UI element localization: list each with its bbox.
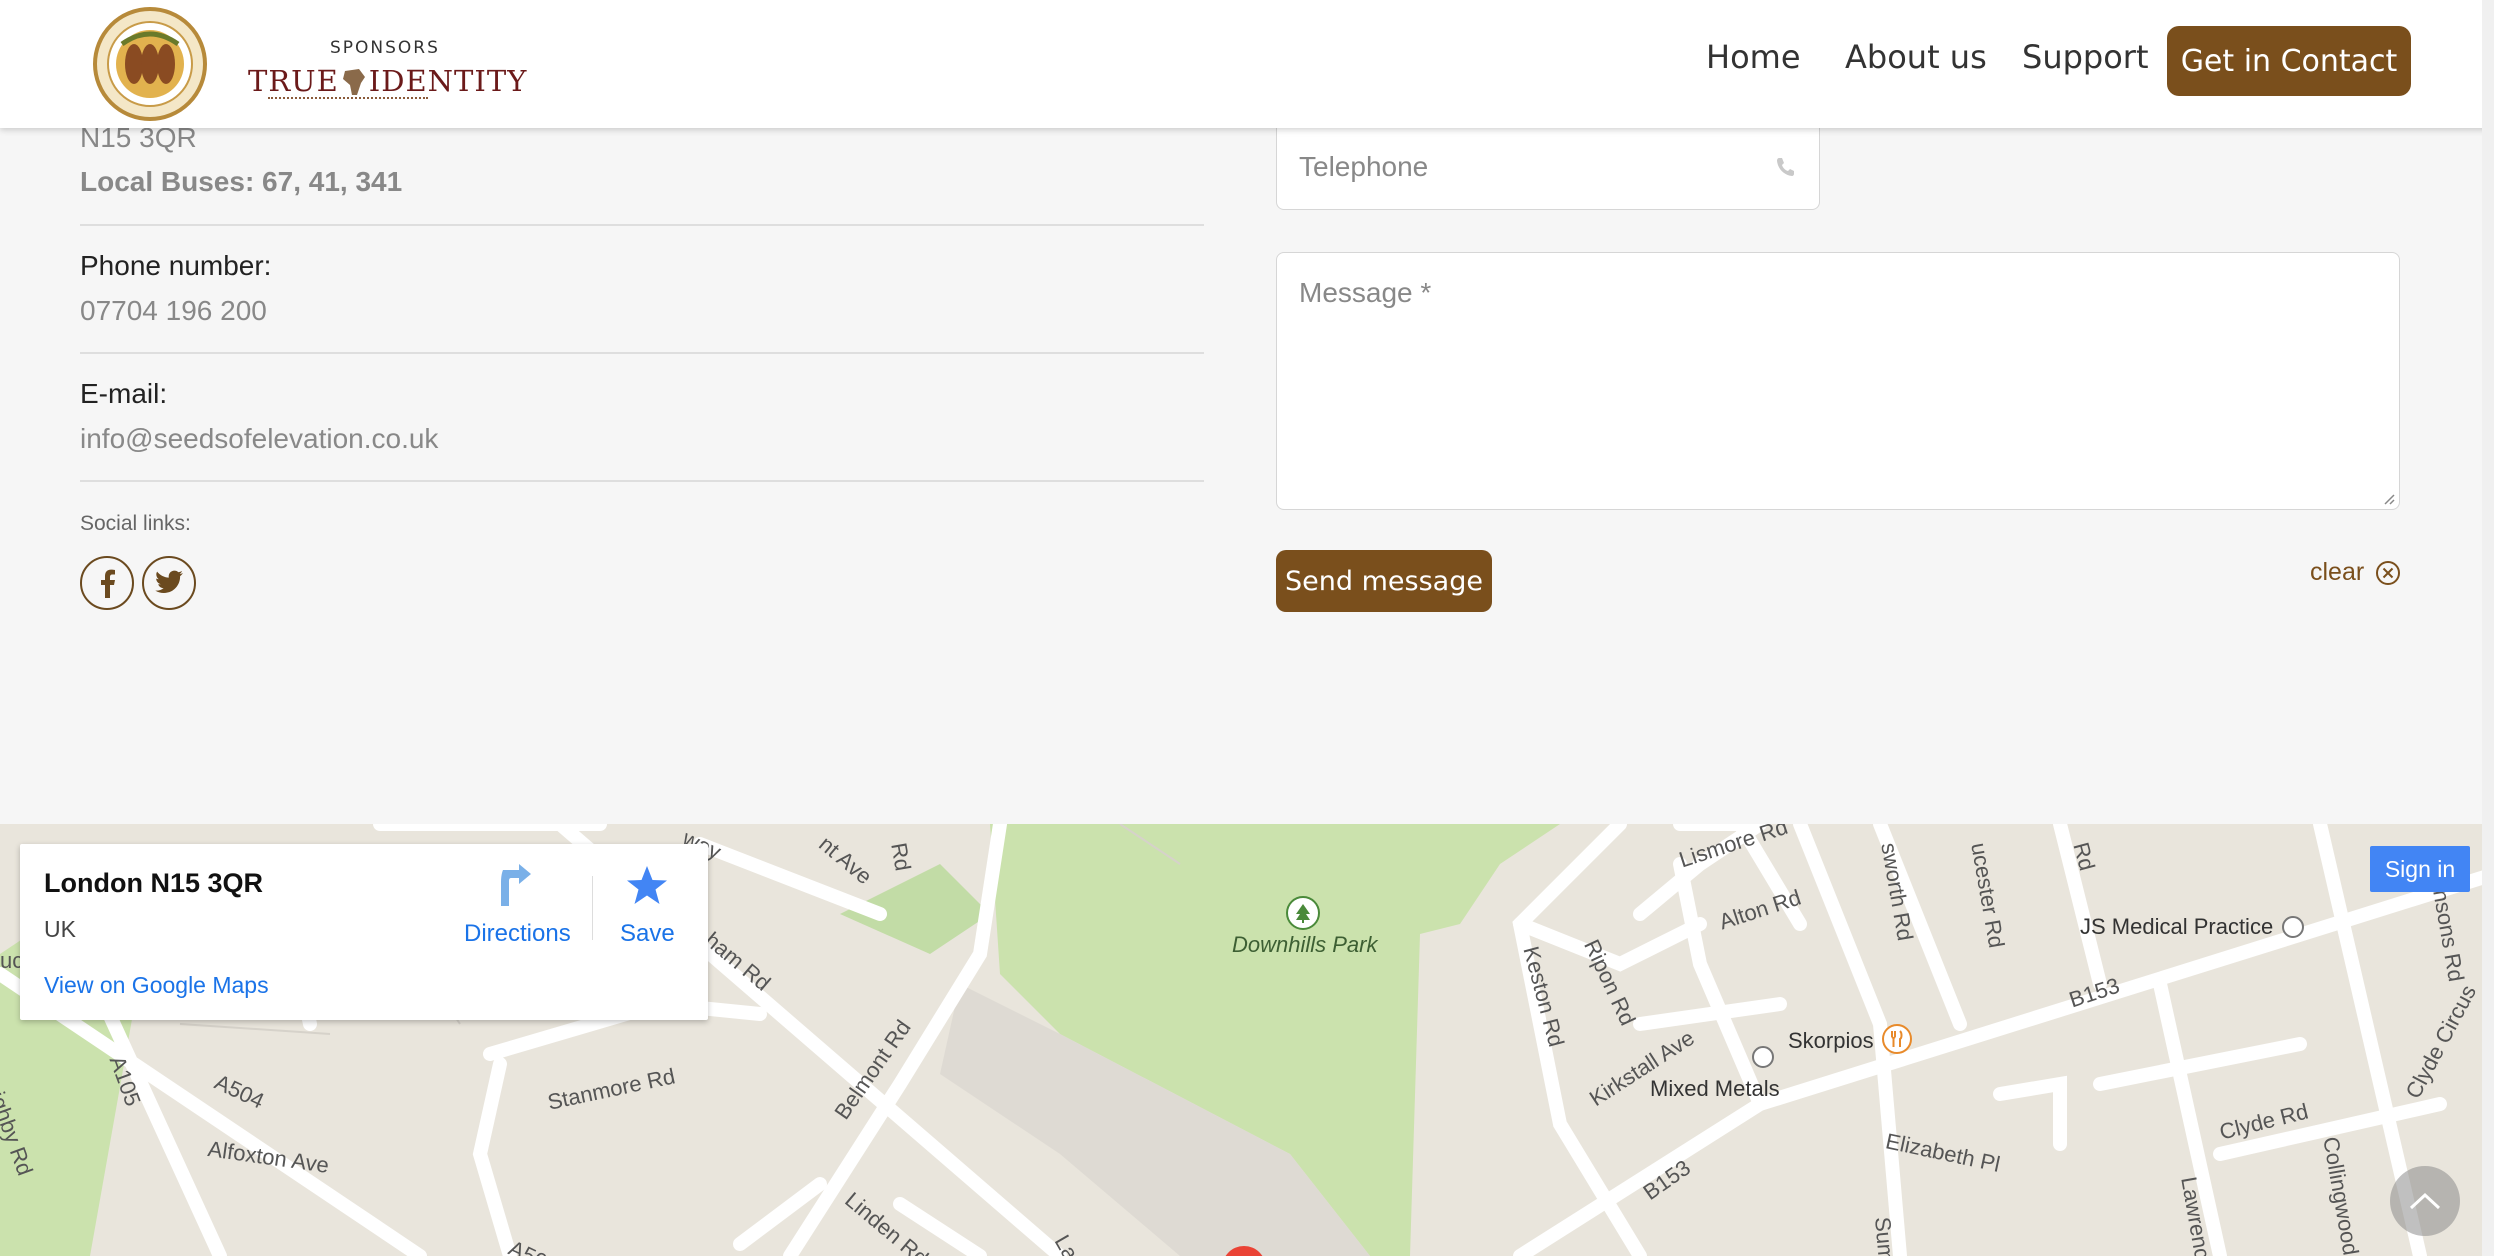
phone-icon xyxy=(1777,158,1794,176)
star-icon xyxy=(627,866,668,904)
message-field[interactable] xyxy=(1276,252,2400,510)
nav-support-link[interactable]: Support xyxy=(2022,38,2149,76)
twitter-icon[interactable] xyxy=(142,556,196,610)
africa-icon xyxy=(342,69,365,95)
chevron-up-icon xyxy=(2409,1192,2441,1210)
close-circle-icon xyxy=(2376,560,2401,585)
site-header: SPONSORS TRUE IDENTITY Home About us Supp… xyxy=(0,0,2494,128)
true-identity-logo[interactable]: TRUE IDENTITY xyxy=(248,64,527,98)
google-map[interactable]: Downhills Park JS Medical Practice Skorp… xyxy=(0,824,2494,1256)
divider xyxy=(80,352,1204,354)
social-links-label: Social links: xyxy=(80,512,191,535)
card-subtitle: UK xyxy=(44,916,76,942)
get-in-contact-button[interactable]: Get in Contact xyxy=(2167,26,2411,96)
clear-form-button[interactable]: clear xyxy=(2310,558,2402,587)
sponsor-name-right: IDENTITY xyxy=(368,64,528,98)
facebook-icon[interactable] xyxy=(80,556,134,610)
directions-icon xyxy=(501,864,532,906)
place-mixed-metals: Mixed Metals xyxy=(1650,1076,1780,1101)
place-js-medical: JS Medical Practice xyxy=(2080,914,2274,939)
sign-in-button[interactable]: Sign in xyxy=(2370,846,2470,892)
scroll-to-top-button[interactable] xyxy=(2390,1166,2460,1236)
message-textarea[interactable] xyxy=(1277,253,2399,509)
map-info-card: London N15 3QR UK View on Google Maps Di… xyxy=(20,844,708,1020)
poi-icon[interactable] xyxy=(1752,1046,1774,1068)
directions-label: Directions xyxy=(464,920,571,947)
clear-label: clear xyxy=(2310,558,2365,586)
directions-button[interactable]: Directions xyxy=(464,864,571,948)
sponsor-tagline-decoration xyxy=(268,97,428,101)
medical-poi-icon[interactable] xyxy=(2282,916,2304,938)
resize-grip-icon[interactable] xyxy=(2381,491,2395,505)
nav-about-link[interactable]: About us xyxy=(1845,38,1987,76)
email-value[interactable]: info@seedsofelevation.co.uk xyxy=(80,423,438,455)
restaurant-icon[interactable] xyxy=(1882,1024,1912,1054)
sponsors-label: SPONSORS xyxy=(330,38,440,58)
local-buses: Local Buses: 67, 41, 341 xyxy=(80,166,403,197)
place-skorpios: Skorpios xyxy=(1788,1028,1874,1053)
park-pin-icon[interactable] xyxy=(1286,896,1320,930)
divider xyxy=(80,224,1204,226)
nav-home-link[interactable]: Home xyxy=(1706,38,1801,76)
send-message-button[interactable]: Send message xyxy=(1276,550,1492,612)
page-scrollbar[interactable] xyxy=(2482,0,2494,1256)
view-on-google-maps-link[interactable]: View on Google Maps xyxy=(44,972,269,999)
seeds-of-elevation-logo[interactable] xyxy=(92,6,208,122)
telephone-input[interactable] xyxy=(1277,124,1819,209)
divider xyxy=(80,480,1204,482)
card-divider xyxy=(592,876,593,940)
road-label: Rd xyxy=(886,840,916,873)
save-label: Save xyxy=(620,920,675,947)
email-label: E-mail: xyxy=(80,378,168,409)
card-title: London N15 3QR xyxy=(44,868,264,898)
phone-value[interactable]: 07704 196 200 xyxy=(80,295,267,327)
phone-label: Phone number: xyxy=(80,250,272,281)
telephone-field[interactable] xyxy=(1276,124,1820,210)
save-button[interactable]: Save xyxy=(620,864,675,948)
sponsor-name-left: TRUE xyxy=(248,64,339,98)
park-label: Downhills Park xyxy=(1232,932,1378,957)
